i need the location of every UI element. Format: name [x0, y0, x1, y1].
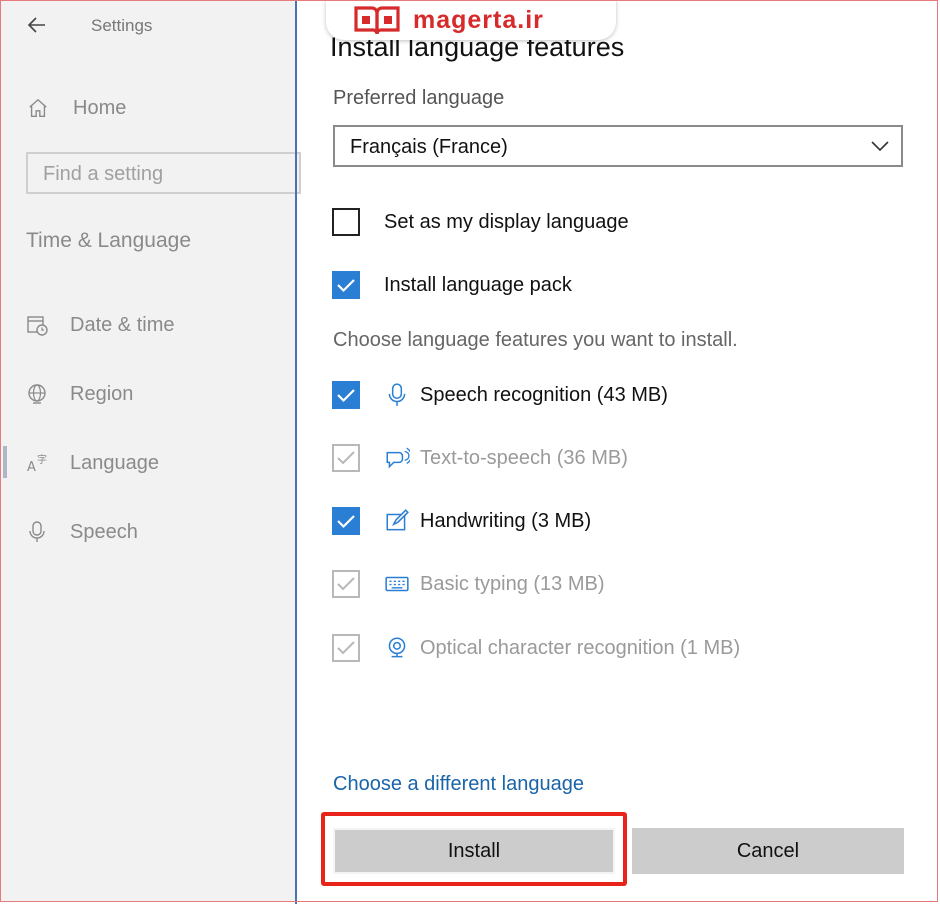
sidebar-item-home[interactable]: Home	[27, 94, 126, 122]
choose-different-language-link[interactable]: Choose a different language	[333, 773, 584, 796]
feature-label: Handwriting (3 MB)	[420, 509, 592, 532]
preferred-language-select[interactable]: Français (France)	[333, 125, 903, 167]
feature-basic-typing: Basic typing (13 MB)	[332, 569, 605, 599]
sidebar-item-label: Language	[70, 451, 159, 474]
basic-typing-checkbox	[332, 570, 360, 598]
language-pack-label: Install language pack	[384, 273, 572, 296]
display-language-label: Set as my display language	[384, 210, 629, 233]
language-pack-checkbox[interactable]	[332, 271, 360, 299]
pane-divider	[295, 0, 297, 904]
sidebar-item-region[interactable]: Region	[25, 379, 133, 409]
language-pack-option[interactable]: Install language pack	[332, 270, 572, 300]
sidebar-item-label: Speech	[70, 520, 138, 543]
keyboard-icon	[385, 576, 409, 592]
svg-text:字: 字	[37, 453, 47, 466]
display-language-option[interactable]: Set as my display language	[332, 207, 629, 237]
text-to-speech-checkbox	[332, 444, 360, 472]
calendar-clock-icon	[27, 316, 48, 336]
choose-features-text: Choose language features you want to ins…	[333, 329, 738, 351]
section-title: Time & Language	[26, 229, 191, 252]
globe-icon	[28, 384, 46, 404]
book-logo-icon	[354, 6, 400, 35]
sidebar-item-language[interactable]: A字 Language	[25, 448, 159, 478]
language-icon: A字	[27, 453, 47, 475]
speech-recognition-checkbox[interactable]	[332, 381, 360, 409]
active-indicator	[3, 446, 7, 478]
home-icon	[29, 98, 47, 117]
install-highlight-box	[321, 812, 627, 886]
handwriting-checkbox[interactable]	[332, 507, 360, 535]
display-language-checkbox[interactable]	[332, 208, 360, 236]
feature-speech-recognition[interactable]: Speech recognition (43 MB)	[332, 380, 668, 410]
feature-label: Optical character recognition (1 MB)	[420, 636, 741, 659]
back-arrow-icon[interactable]	[25, 13, 49, 37]
cancel-button[interactable]: Cancel	[632, 828, 904, 874]
sidebar-item-speech[interactable]: Speech	[25, 517, 138, 547]
watermark-logo: magerta.ir	[326, 0, 616, 40]
microphone-icon	[29, 521, 45, 542]
preferred-language-value: Français (France)	[350, 136, 508, 158]
settings-title: Settings	[91, 16, 153, 35]
feature-label: Speech recognition (43 MB)	[420, 383, 668, 406]
sidebar-item-date-time[interactable]: Date & time	[25, 310, 174, 340]
feature-label: Text-to-speech (36 MB)	[420, 446, 628, 469]
svg-text:A: A	[27, 460, 36, 475]
sidebar-item-label: Home	[73, 96, 127, 119]
microphone-icon	[388, 383, 406, 406]
feature-handwriting[interactable]: Handwriting (3 MB)	[332, 506, 591, 536]
watermark-text: magerta.ir	[413, 5, 544, 34]
chevron-down-icon	[871, 141, 889, 152]
search-placeholder: Find a setting	[43, 163, 164, 185]
feature-label: Basic typing (13 MB)	[420, 572, 605, 595]
sidebar-item-label: Date & time	[70, 313, 175, 336]
pen-icon	[386, 509, 409, 531]
feature-text-to-speech: Text-to-speech (36 MB)	[332, 443, 628, 473]
sidebar-item-label: Region	[70, 382, 134, 405]
ocr-checkbox	[332, 634, 360, 662]
scanner-icon	[388, 637, 406, 658]
settings-sidebar: Settings Home Find a setting Time & Lang…	[1, 1, 301, 902]
feature-ocr: Optical character recognition (1 MB)	[332, 633, 740, 663]
search-input[interactable]: Find a setting	[26, 152, 301, 194]
preferred-language-label: Preferred language	[333, 87, 505, 109]
speech-bubble-icon	[386, 447, 410, 469]
